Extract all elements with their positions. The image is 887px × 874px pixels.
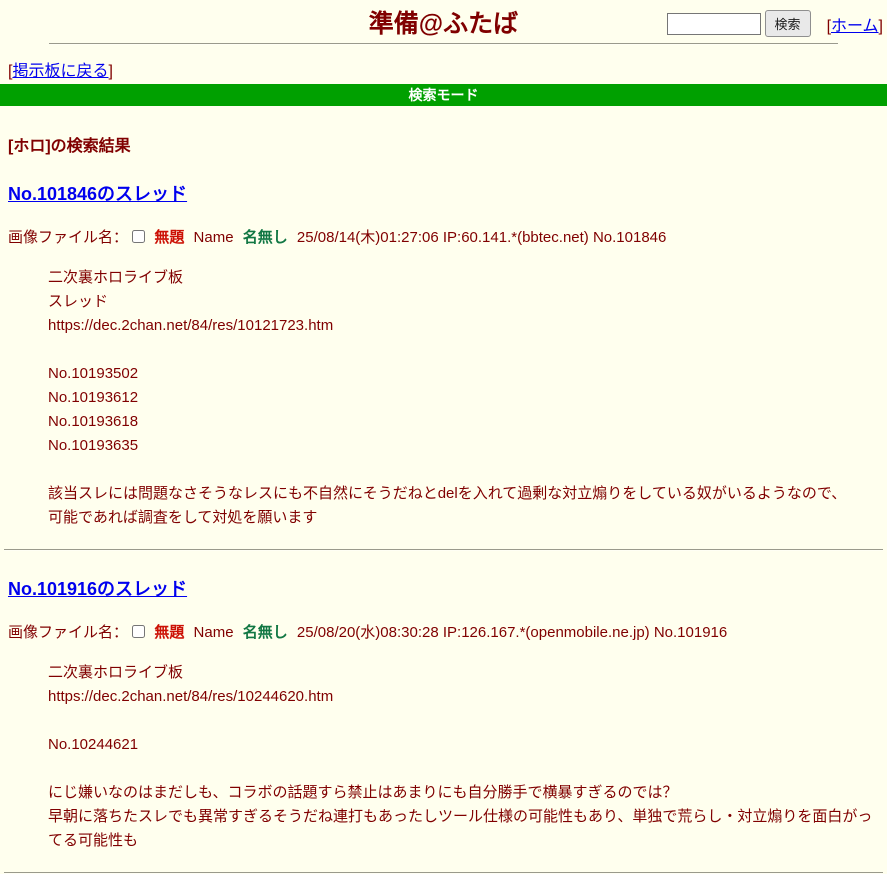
poster-name: 名無し (243, 624, 288, 641)
post-meta: 25/08/14(木)01:27:06 IP:60.141.*(bbtec.ne… (297, 229, 666, 246)
post-header: 画像ファイル名： 無題 Name 名無し 25/08/14(木)01:27:06… (8, 229, 879, 247)
back-link-row: [掲示板に戻る] (8, 57, 879, 81)
search-results-heading: [ホロ]の検索結果 (8, 132, 879, 156)
back-to-board-link[interactable]: 掲示板に戻る (12, 63, 108, 80)
post-body: 二次裏ホロライブ板 https://dec.2chan.net/84/res/1… (48, 661, 879, 853)
search-form: 検索 [ホーム] (667, 10, 883, 37)
bracket-close: ] (879, 18, 883, 35)
bracket-close: ] (108, 63, 112, 80)
header-rule (49, 43, 838, 45)
name-label: Name (194, 229, 234, 246)
thread-result: No.101916のスレッド 画像ファイル名： 無題 Name 名無し 25/0… (0, 578, 887, 853)
search-input[interactable] (667, 13, 761, 35)
image-filename-label: 画像ファイル名： (8, 624, 128, 641)
post-header: 画像ファイル名： 無題 Name 名無し 25/08/20(水)08:30:28… (8, 624, 879, 642)
post-subject: 無題 (154, 229, 184, 246)
home-link[interactable]: ホーム (831, 18, 879, 35)
post-subject: 無題 (154, 624, 184, 641)
image-filename-label: 画像ファイル名： (8, 229, 128, 246)
thread-divider (4, 549, 883, 551)
delete-checkbox[interactable] (132, 230, 145, 243)
poster-name: 名無し (243, 229, 288, 246)
thread-title: No.101916のスレッド (8, 578, 879, 600)
name-label: Name (194, 624, 234, 641)
post-body: 二次裏ホロライブ板 スレッド https://dec.2chan.net/84/… (48, 266, 879, 530)
home-link-wrapper: [ホーム] (827, 12, 883, 36)
delete-checkbox[interactable] (132, 625, 145, 638)
page-header: 準備@ふたば 検索 [ホーム] (0, 0, 887, 41)
search-mode-banner: 検索モード (0, 84, 887, 106)
thread-link[interactable]: No.101916のスレッド (8, 579, 187, 599)
search-button[interactable]: 検索 (765, 10, 811, 37)
thread-title: No.101846のスレッド (8, 183, 879, 205)
post-meta: 25/08/20(水)08:30:28 IP:126.167.*(openmob… (297, 624, 727, 641)
thread-link[interactable]: No.101846のスレッド (8, 184, 187, 204)
thread-result: No.101846のスレッド 画像ファイル名： 無題 Name 名無し 25/0… (0, 183, 887, 530)
